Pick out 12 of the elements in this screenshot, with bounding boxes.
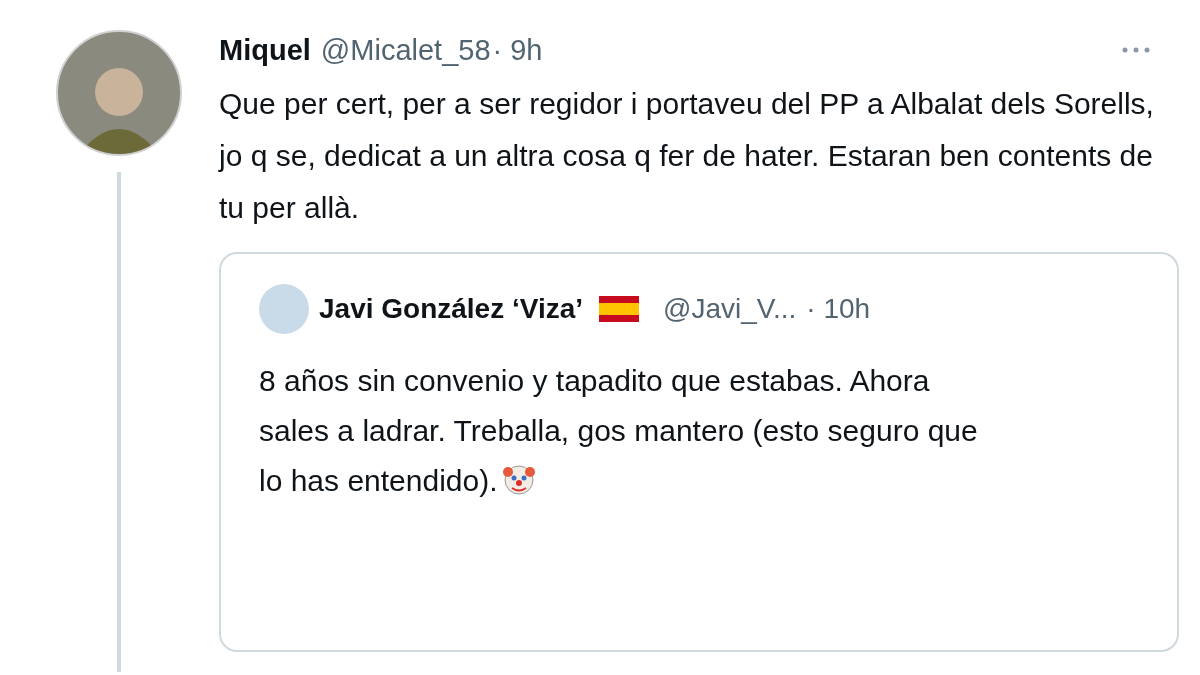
quoted-post-card[interactable]: Javi González ‘Viza’ @Javi_V... · 10h 8 años sin convenio y tapadito que estabas. Ahora sales a ladrar. Treballa, gos mantero (esto seguro que lo has entendido). <box>219 252 1179 652</box>
author-name[interactable]: Miquel <box>219 33 311 67</box>
quoted-post-time[interactable]: · 10h <box>806 293 871 325</box>
clown-face-icon <box>501 463 536 495</box>
author-handle[interactable]: @Micalet_58 <box>320 33 491 67</box>
quoted-author-handle[interactable]: @Javi_V... <box>663 293 797 325</box>
post-text: Que per cert, per a ser regidor i portaveu del PP a Albalat dels Sorells, jo q se, dedicat a un altra cosa q fer de hater. Estaran ben contents de tu per allà. <box>219 86 1155 226</box>
quoted-post-text: 8 años sin convenio y tapadito que estabas. Ahora sales a ladrar. Treballa, gos mantero (esto seguro que lo has entendido). <box>259 363 979 499</box>
flag-icon <box>599 296 640 322</box>
more-options-icon[interactable] <box>1121 46 1151 54</box>
post-time[interactable]: · 9h <box>492 33 543 67</box>
quoted-author-name[interactable]: Javi González ‘Viza’ <box>319 293 584 325</box>
